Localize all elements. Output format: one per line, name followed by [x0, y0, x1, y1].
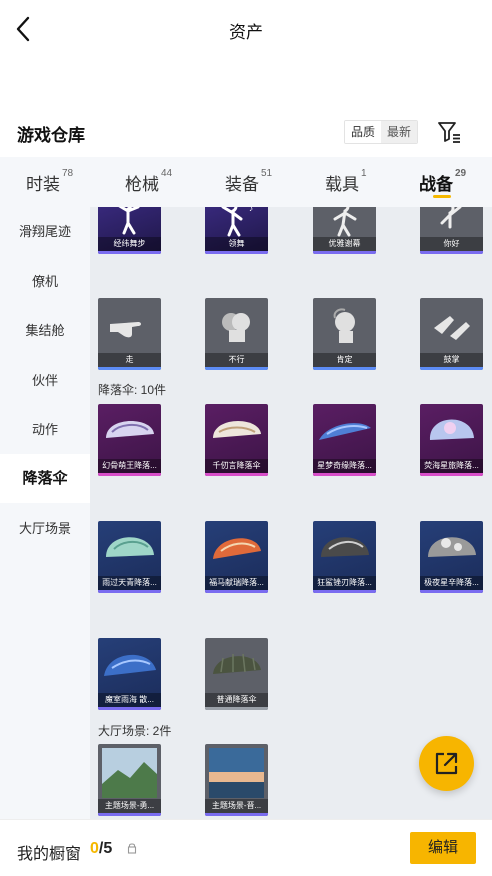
emote-card[interactable]: 你好 [420, 207, 483, 254]
tab-vehicles[interactable]: 载具1 [325, 168, 367, 195]
filter-icon[interactable] [436, 119, 462, 145]
external-link-icon [435, 752, 458, 775]
clapping-hands-icon [434, 316, 470, 340]
emote-card[interactable]: 不行 [205, 298, 268, 370]
emote-card[interactable]: 肯定 [313, 298, 376, 370]
parachute-card[interactable]: 狂鲨锉刃降落... [313, 521, 376, 593]
tab-equipment[interactable]: 装备51 [225, 168, 272, 195]
parachute-card[interactable]: 荧海星旅降落... [420, 404, 483, 476]
lobby-scene-card[interactable]: 主题场景-勇... [98, 744, 161, 816]
share-button[interactable] [419, 736, 474, 791]
parachute-icon [321, 537, 369, 557]
section-header-lobby: 大厅场景: 2件 [98, 724, 172, 738]
lock-icon [127, 843, 137, 854]
header: 资产 [0, 0, 492, 58]
bottom-bar: 我的橱窗 0/5 编辑 [0, 819, 492, 876]
emote-card[interactable]: 鼓掌 [420, 298, 483, 370]
emote-card[interactable]: ♪ 领舞 [205, 207, 268, 254]
wave-silhouette-icon [440, 207, 462, 229]
svg-text:♪: ♪ [249, 207, 253, 213]
parachute-icon [213, 538, 261, 559]
item-grid: 经纬舞步 ♪ 领舞 优雅谢幕 你好 走 不行 肯定 鼓掌 降落伞: 10件 幻骨… [90, 207, 492, 819]
sidebar-item-partner[interactable]: 伙伴 [0, 356, 90, 405]
parachute-icon [213, 420, 261, 438]
lobby-scene-card[interactable]: 主题场景-晋... [205, 744, 268, 816]
parachute-card[interactable]: 雨过天青降落... [98, 521, 161, 593]
dancer-silhouette-icon: ♪ [221, 207, 253, 237]
bow-silhouette-icon [333, 207, 357, 237]
parachute-card[interactable]: 极夜星辛降落... [420, 521, 483, 593]
sidebar-item-parachute[interactable]: 降落伞 [0, 454, 90, 503]
pointing-hand-icon [110, 322, 141, 338]
sidebar-item-emotes[interactable]: 动作 [0, 405, 90, 454]
edit-button[interactable]: 编辑 [410, 832, 476, 864]
sidebar-item-glide-trail[interactable]: 滑翔尾迹 [0, 207, 90, 256]
warehouse-title: 游戏仓库 [17, 126, 85, 145]
active-tab-indicator [433, 195, 451, 198]
parachute-card[interactable]: 星梦奇缘降落... [313, 404, 376, 476]
showcase-label: 我的橱窗 [17, 846, 82, 863]
parachute-card[interactable]: 普通降落伞 [205, 638, 268, 710]
head-shake-icon [222, 313, 250, 342]
sidebar-item-lobby-scene[interactable]: 大厅场景 [0, 504, 90, 553]
parachute-card[interactable]: 千仞言降落伞 [205, 404, 268, 476]
sidebar-item-wingman[interactable]: 僚机 [0, 257, 90, 306]
parachute-card[interactable]: 福马献瑞降落... [205, 521, 268, 593]
sort-by-newest[interactable]: 最新 [381, 121, 417, 143]
parachute-card[interactable]: 魔室雨海 散... [98, 638, 161, 710]
showcase-count: 0/5 [90, 840, 113, 857]
tab-weapons[interactable]: 枪械44 [125, 168, 172, 195]
parachute-icon [106, 420, 154, 438]
dancer-silhouette-icon [118, 207, 140, 235]
category-tabs: 时装78 枪械44 装备51 载具1 战备29 [0, 157, 492, 207]
parachute-icon [213, 653, 261, 674]
landscape-thumbnail-icon [102, 748, 157, 798]
parachute-icon [106, 537, 154, 557]
sort-toggle: 品质 最新 [344, 120, 418, 144]
sidebar: 滑翔尾迹 僚机 集结舱 伙伴 动作 降落伞 大厅场景 [0, 207, 90, 819]
tab-fashion[interactable]: 时装78 [26, 168, 73, 195]
sort-by-quality[interactable]: 品质 [345, 121, 381, 143]
sunset-thumbnail-icon [209, 748, 264, 798]
parachute-icon [428, 537, 476, 557]
emote-card[interactable]: 走 [98, 298, 161, 370]
parachute-icon [319, 423, 371, 440]
section-header-parachute: 降落伞: 10件 [98, 383, 167, 397]
parachute-card[interactable]: 幻骨萌王降落... [98, 404, 161, 476]
tab-combat-prep[interactable]: 战备29 [419, 168, 466, 195]
emote-card[interactable]: 经纬舞步 [98, 207, 161, 254]
head-nod-icon [333, 308, 355, 343]
parachute-icon [429, 419, 474, 440]
parachute-icon [104, 654, 156, 676]
page-title: 资产 [229, 23, 263, 42]
emote-card[interactable]: 优雅谢幕 [313, 207, 376, 254]
sidebar-item-assembly-pod[interactable]: 集结舱 [0, 306, 90, 355]
